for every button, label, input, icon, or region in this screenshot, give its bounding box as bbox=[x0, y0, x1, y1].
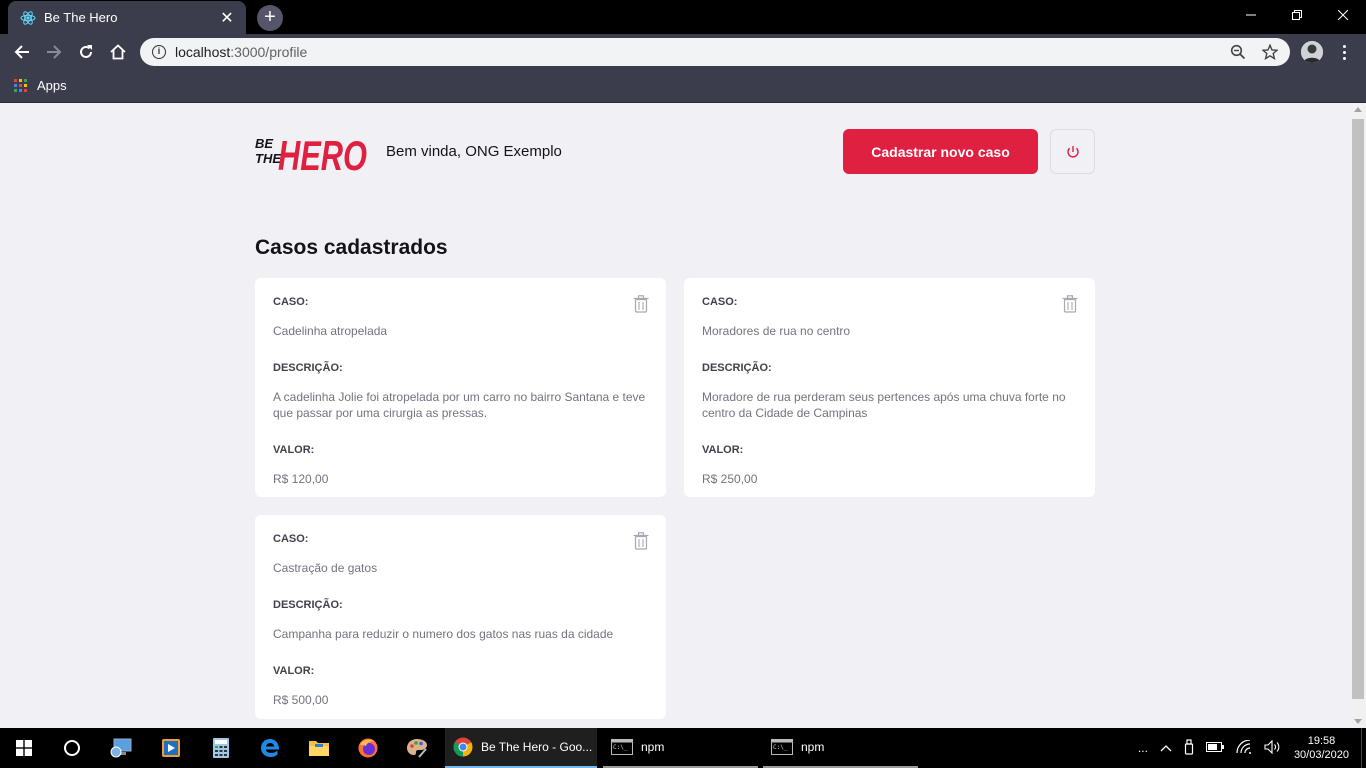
volume-icon[interactable] bbox=[1264, 739, 1282, 757]
power-icon bbox=[1066, 145, 1079, 157]
url-text[interactable]: localhost:3000/profile bbox=[175, 44, 1226, 60]
new-case-button[interactable]: Cadastrar novo caso bbox=[843, 129, 1038, 174]
be-the-hero-logo: BE THE HERO bbox=[255, 132, 367, 174]
terminal-icon: C:\_ bbox=[771, 739, 793, 755]
edge-browser-icon[interactable] bbox=[246, 728, 294, 768]
bookmark-star-icon[interactable] bbox=[1258, 40, 1282, 64]
file-explorer-icon[interactable] bbox=[295, 728, 343, 768]
browser-menu-icon[interactable] bbox=[1334, 40, 1354, 64]
svg-text:BE: BE bbox=[255, 136, 273, 151]
minimize-button[interactable] bbox=[1228, 0, 1274, 30]
trash-icon[interactable] bbox=[1062, 295, 1078, 313]
forward-arrow-icon[interactable] bbox=[42, 40, 66, 64]
logout-button[interactable] bbox=[1050, 129, 1095, 174]
apps-shortcut[interactable]: Apps bbox=[14, 78, 67, 93]
case-title: Castração de gatos bbox=[273, 561, 378, 575]
show-desktop-button[interactable] bbox=[1361, 728, 1366, 768]
case-description: A cadelinha Jolie foi atropelada por um … bbox=[273, 390, 646, 420]
reload-icon[interactable] bbox=[74, 40, 98, 64]
case-label: CASO: bbox=[273, 296, 309, 308]
back-arrow-icon[interactable] bbox=[10, 40, 34, 64]
clock-date: 30/03/2020 bbox=[1293, 749, 1349, 761]
taskbar-chrome-label: Be The Hero - Goo... bbox=[481, 740, 593, 754]
close-window-button[interactable] bbox=[1320, 0, 1366, 30]
scroll-up-arrow-icon[interactable] bbox=[1354, 107, 1362, 112]
case-value: R$ 250,00 bbox=[702, 472, 758, 486]
url-path: :3000/profile bbox=[230, 44, 308, 60]
wifi-icon[interactable] bbox=[1236, 738, 1252, 757]
taskbar-npm-label: npm bbox=[801, 740, 825, 754]
description-label: DESCRIÇÃO: bbox=[273, 362, 343, 374]
trash-icon[interactable] bbox=[633, 295, 649, 313]
case-label: CASO: bbox=[702, 296, 738, 308]
case-title: Moradores de rua no centro bbox=[702, 324, 851, 338]
case-value: R$ 120,00 bbox=[273, 472, 329, 486]
usb-device-icon[interactable] bbox=[1184, 738, 1194, 758]
react-favicon-icon bbox=[20, 10, 36, 26]
firefox-icon[interactable] bbox=[344, 728, 392, 768]
chevron-up-icon[interactable] bbox=[1160, 741, 1172, 755]
calculator-icon[interactable] bbox=[197, 728, 245, 768]
page-scrollbar[interactable] bbox=[1350, 103, 1366, 728]
restore-button[interactable] bbox=[1274, 0, 1320, 30]
browser-tab-bar: Be The Hero ✕ + bbox=[0, 0, 1366, 34]
page-title: Casos cadastrados bbox=[255, 236, 448, 259]
browser-tab[interactable]: Be The Hero ✕ bbox=[8, 1, 246, 34]
zoom-icon[interactable] bbox=[1226, 40, 1250, 64]
windows-taskbar: Be The Hero - Goo... C:\_ npm C:\_ npm .… bbox=[0, 728, 1366, 768]
taskbar-app-npm-1[interactable]: C:\_ npm bbox=[603, 728, 758, 768]
profile-header: BE THE HERO Bem vinda, ONG Exemplo Cadas… bbox=[255, 129, 1095, 174]
scroll-thumb[interactable] bbox=[1352, 119, 1364, 699]
system-tray: ... 19:58 30/03/2020 bbox=[1132, 728, 1366, 768]
value-label: VALOR: bbox=[273, 444, 315, 456]
new-tab-button[interactable]: + bbox=[257, 5, 283, 31]
site-info-icon[interactable]: i bbox=[152, 45, 166, 59]
taskbar-app-npm-2[interactable]: C:\_ npm bbox=[763, 728, 918, 768]
welcome-text: Bem vinda, ONG Exemplo bbox=[386, 143, 562, 160]
windows-start-icon[interactable] bbox=[0, 728, 48, 768]
window-controls bbox=[1228, 0, 1366, 30]
scroll-down-arrow-icon[interactable] bbox=[1354, 719, 1362, 724]
taskbar-app-chrome[interactable]: Be The Hero - Goo... bbox=[445, 728, 597, 768]
apps-label: Apps bbox=[37, 78, 67, 93]
svg-text:HERO: HERO bbox=[278, 132, 367, 174]
case-title: Cadelinha atropelada bbox=[273, 324, 388, 338]
paint-palette-icon[interactable] bbox=[393, 728, 441, 768]
url-host: localhost bbox=[175, 44, 231, 60]
svg-text:C:\_: C:\_ bbox=[773, 744, 788, 751]
value-label: VALOR: bbox=[702, 444, 744, 456]
browser-toolbar: i localhost:3000/profile bbox=[0, 34, 1366, 70]
case-description: Campanha para reduzir o numero dos gatos… bbox=[273, 627, 614, 641]
taskbar-clock[interactable]: 19:58 30/03/2020 bbox=[1294, 734, 1349, 762]
tab-close-icon[interactable]: ✕ bbox=[218, 8, 236, 28]
svg-text:C:\_: C:\_ bbox=[613, 744, 628, 751]
trash-icon[interactable] bbox=[633, 532, 649, 550]
value-label: VALOR: bbox=[273, 665, 315, 677]
case-description: Moradore de rua perderam seus pertences … bbox=[702, 390, 1066, 420]
page-viewport: BE THE HERO Bem vinda, ONG Exemplo Cadas… bbox=[0, 103, 1350, 728]
bookmarks-bar: Apps bbox=[0, 70, 1366, 103]
battery-icon[interactable] bbox=[1205, 741, 1224, 755]
description-label: DESCRIÇÃO: bbox=[273, 599, 343, 611]
taskbar-npm-label: npm bbox=[641, 740, 665, 754]
clock-time: 19:58 bbox=[1307, 735, 1336, 747]
overflow-dots[interactable]: ... bbox=[1138, 741, 1148, 755]
media-player-icon[interactable] bbox=[147, 728, 195, 768]
profile-avatar[interactable] bbox=[1301, 41, 1323, 63]
case-card: CASO: Moradores de rua no centro DESCRIÇ… bbox=[684, 278, 1095, 497]
terminal-icon: C:\_ bbox=[611, 739, 633, 755]
case-card: CASO: Cadelinha atropelada DESCRIÇÃO: A … bbox=[255, 278, 666, 497]
case-card: CASO: Castração de gatos DESCRIÇÃO: Camp… bbox=[255, 515, 666, 719]
address-bar[interactable]: i localhost:3000/profile bbox=[140, 38, 1290, 66]
search-circle-icon[interactable] bbox=[48, 728, 96, 768]
case-value: R$ 500,00 bbox=[273, 693, 329, 707]
tab-title: Be The Hero bbox=[44, 10, 118, 25]
case-label: CASO: bbox=[273, 533, 309, 545]
network-computer-icon[interactable] bbox=[98, 728, 146, 768]
apps-grid-icon bbox=[14, 79, 27, 92]
home-icon[interactable] bbox=[106, 40, 130, 64]
chrome-icon bbox=[453, 737, 473, 757]
description-label: DESCRIÇÃO: bbox=[702, 362, 772, 374]
